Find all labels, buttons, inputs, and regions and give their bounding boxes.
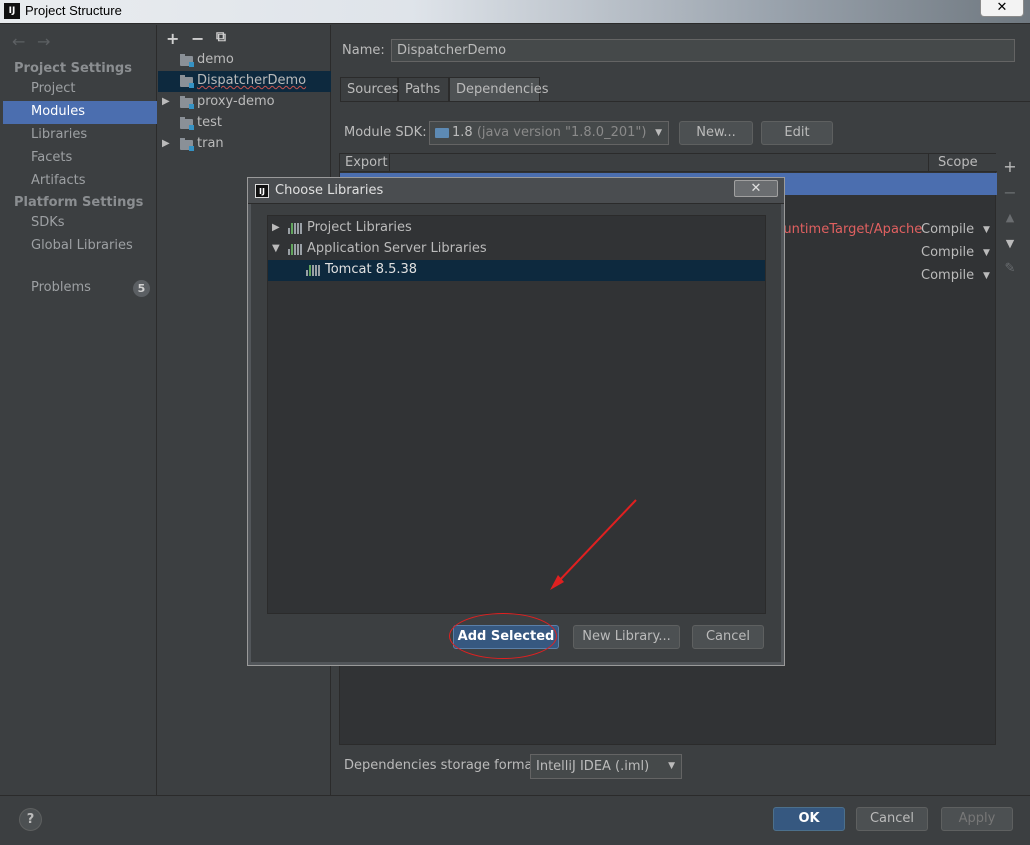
dependency-scope[interactable]: Compile	[921, 265, 974, 287]
move-down-icon[interactable]: ▼	[1002, 237, 1018, 250]
expand-arrow-icon[interactable]: ▶	[162, 92, 170, 112]
cancel-button[interactable]: Cancel	[856, 807, 928, 831]
platform-settings-header: Platform Settings	[14, 195, 144, 210]
sdk-folder-icon	[435, 128, 449, 138]
remove-dependency-icon[interactable]: −	[1002, 183, 1018, 202]
dependency-scope[interactable]: Compile	[921, 242, 974, 264]
apply-button[interactable]: Apply	[941, 807, 1013, 831]
tree-item-tomcat[interactable]: Tomcat 8.5.38	[268, 260, 765, 281]
module-folder-icon	[180, 138, 194, 151]
module-name-field[interactable]: DispatcherDemo	[391, 39, 1015, 62]
add-module-icon[interactable]: +	[166, 29, 179, 48]
storage-format-value: IntelliJ IDEA (.iml)	[536, 759, 650, 774]
new-library-button[interactable]: New Library...	[573, 625, 680, 649]
module-folder-icon	[180, 75, 194, 88]
dialog-title-bar: IJ Choose Libraries ✕	[248, 178, 784, 204]
module-sdk-dropdown[interactable]: 1.8 (java version "1.8.0_201") ▼	[429, 121, 669, 145]
forward-arrow-icon[interactable]: →	[37, 32, 50, 51]
app-logo-icon: IJ	[255, 184, 269, 198]
nav-item-artifacts[interactable]: Artifacts	[3, 170, 157, 193]
dependencies-table-header: Export Scope	[340, 154, 997, 172]
tabs-divider	[340, 101, 1030, 102]
tab-paths[interactable]: Paths	[398, 77, 449, 102]
dialog-close-button[interactable]: ✕	[734, 180, 778, 197]
edit-dependency-icon[interactable]: ✎	[1002, 261, 1018, 276]
app-logo-icon: IJ	[4, 3, 20, 19]
chevron-down-icon: ▼	[655, 128, 662, 138]
nav-item-global-libraries[interactable]: Global Libraries	[3, 235, 157, 258]
dependency-scope[interactable]: Compile	[921, 219, 974, 241]
edit-sdk-button[interactable]: Edit	[761, 121, 833, 145]
module-folder-icon	[180, 117, 194, 130]
nav-item-facets[interactable]: Facets	[3, 147, 157, 170]
module-tree-item-proxy-demo[interactable]: ▶ proxy-demo	[158, 92, 331, 113]
module-folder-icon	[180, 96, 194, 109]
back-arrow-icon[interactable]: ←	[12, 32, 25, 51]
chevron-down-icon[interactable]: ▼	[983, 242, 990, 264]
chevron-down-icon[interactable]: ▼	[983, 265, 990, 287]
module-tree-item-dispatcherdemo[interactable]: DispatcherDemo	[158, 71, 331, 92]
sdk-version: 1.8	[452, 125, 473, 140]
tab-sources[interactable]: Sources	[340, 77, 398, 102]
dialog-title: Choose Libraries	[275, 183, 384, 198]
library-icon	[306, 265, 320, 276]
module-tree-item-demo[interactable]: demo	[158, 50, 331, 71]
module-tree-item-test[interactable]: test	[158, 113, 331, 134]
column-header-scope[interactable]: Scope	[938, 155, 978, 170]
annotation-highlight-ellipse	[449, 613, 557, 659]
column-divider	[928, 154, 929, 172]
project-settings-header: Project Settings	[14, 61, 132, 76]
window-title: Project Structure	[25, 3, 122, 18]
library-icon	[288, 244, 302, 255]
nav-item-project[interactable]: Project	[3, 78, 157, 101]
chevron-down-icon[interactable]: ▼	[983, 219, 990, 241]
libraries-tree: ▶ Project Libraries ▼ Application Server…	[267, 215, 766, 614]
column-divider	[389, 154, 390, 172]
nav-item-libraries[interactable]: Libraries	[3, 124, 157, 147]
left-navigation: ← → Project Settings Project Modules Lib…	[3, 25, 157, 795]
library-icon	[288, 223, 302, 234]
move-up-icon[interactable]: ▲	[1002, 211, 1018, 224]
choose-libraries-dialog: IJ Choose Libraries ✕ ▶ Project Librarie…	[247, 177, 785, 666]
module-folder-icon	[180, 54, 194, 67]
tab-dependencies[interactable]: Dependencies	[449, 77, 549, 102]
module-tree-item-tran[interactable]: ▶ tran	[158, 134, 331, 155]
module-sdk-label: Module SDK:	[344, 125, 427, 140]
storage-format-dropdown[interactable]: IntelliJ IDEA (.iml) ▼	[530, 754, 682, 779]
new-sdk-button[interactable]: New...	[679, 121, 753, 145]
dialog-button-bar: ? OK Cancel Apply	[0, 795, 1030, 845]
tree-item-label: Application Server Libraries	[307, 241, 487, 256]
problems-count-badge: 5	[133, 280, 150, 297]
sdk-detail: (java version "1.8.0_201")	[476, 125, 647, 140]
dialog-cancel-button[interactable]: Cancel	[692, 625, 764, 649]
help-button[interactable]: ?	[19, 808, 42, 831]
expand-arrow-icon[interactable]: ▶	[272, 218, 280, 238]
collapse-arrow-icon[interactable]: ▼	[272, 239, 280, 259]
expand-arrow-icon[interactable]: ▶	[162, 134, 170, 154]
remove-module-icon[interactable]: −	[191, 29, 204, 48]
nav-item-sdks[interactable]: SDKs	[3, 212, 157, 235]
column-header-export[interactable]: Export	[345, 155, 388, 170]
chevron-down-icon: ▼	[668, 761, 675, 771]
nav-item-modules[interactable]: Modules	[3, 101, 157, 124]
name-label: Name:	[342, 43, 385, 58]
tree-item-application-server-libraries[interactable]: ▼ Application Server Libraries	[268, 239, 765, 260]
storage-format-label: Dependencies storage format:	[344, 758, 542, 773]
dependency-name: runtimeTarget/Apache	[778, 222, 923, 237]
window-close-button[interactable]: ✕	[980, 0, 1024, 17]
window-title-bar: IJ Project Structure ✕	[0, 0, 1030, 24]
ok-button[interactable]: OK	[773, 807, 845, 831]
tree-item-label: Project Libraries	[307, 220, 412, 235]
copy-module-icon[interactable]: ⧉	[216, 29, 226, 45]
add-dependency-icon[interactable]: +	[1002, 157, 1018, 176]
tree-item-label: Tomcat 8.5.38	[325, 262, 418, 277]
tree-item-project-libraries[interactable]: ▶ Project Libraries	[268, 218, 765, 239]
